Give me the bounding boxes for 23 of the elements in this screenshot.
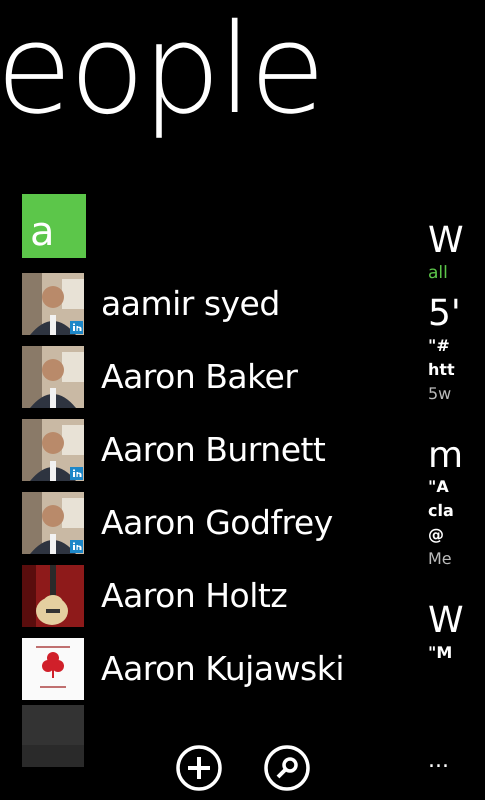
contact-name[interactable]: Aaron Holtz bbox=[101, 570, 288, 620]
more-button[interactable]: ... bbox=[428, 750, 449, 772]
contact-name[interactable]: Aaron Burnett bbox=[101, 424, 326, 474]
feed-heading: W bbox=[428, 601, 465, 641]
add-button[interactable] bbox=[174, 744, 222, 792]
post-meta: 5w bbox=[428, 382, 452, 405]
feed-heading: 5' bbox=[428, 294, 462, 334]
post-text: "A bbox=[428, 476, 450, 498]
feed-heading: W bbox=[428, 221, 465, 261]
post-text: "# bbox=[428, 334, 451, 357]
feed-heading: m bbox=[428, 436, 464, 476]
post-meta: Me bbox=[428, 548, 453, 570]
post-text: "M bbox=[428, 642, 454, 664]
contact-name[interactable]: aamir syed bbox=[101, 278, 280, 328]
filter-link[interactable]: all bbox=[428, 260, 485, 286]
post-text: htt bbox=[428, 358, 456, 381]
page-title: eople bbox=[0, 0, 323, 144]
contact-name[interactable]: Aaron Baker bbox=[101, 352, 298, 402]
contact-name[interactable]: Aaron Godfrey bbox=[101, 498, 333, 548]
post-text: cla bbox=[428, 500, 455, 522]
search-button[interactable] bbox=[262, 744, 310, 792]
contact-name[interactable]: Aaron Kujawski bbox=[101, 644, 344, 694]
post-text: @ bbox=[428, 524, 445, 546]
